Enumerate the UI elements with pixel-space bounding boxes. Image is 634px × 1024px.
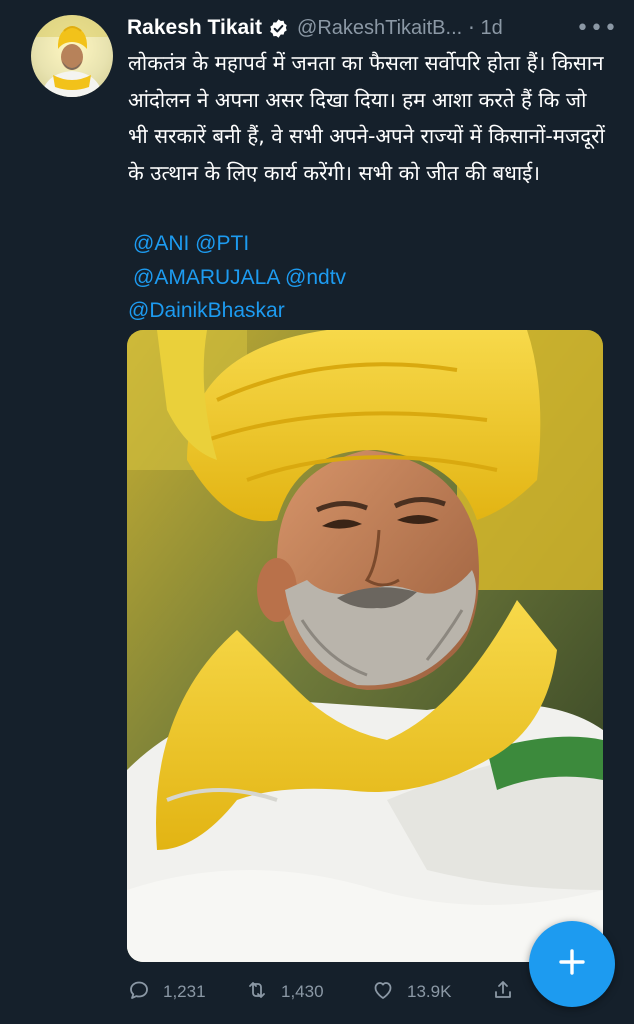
retweet-icon	[245, 978, 269, 1006]
share-icon	[491, 978, 515, 1006]
reply-count: 1,231	[163, 982, 206, 1001]
mention-ani[interactable]: @ANI	[133, 232, 189, 255]
author-avatar[interactable]	[31, 15, 113, 97]
like-count: 13.9K	[407, 982, 452, 1001]
tweet-detail-screen: Rakesh Tikait @RakeshTikaitB... · 1d •••…	[0, 0, 634, 1024]
tweet-header: Rakesh Tikait @RakeshTikaitB... · 1d •••	[127, 11, 617, 45]
compose-tweet-button[interactable]	[529, 921, 615, 1007]
separator-dot: ·	[468, 16, 475, 40]
tweet-timestamp[interactable]: 1d	[481, 17, 503, 40]
reply-icon	[127, 978, 151, 1006]
tweet-actions-bar: 1,231 1,430 13.9K	[127, 972, 527, 1012]
mention-dainikbhaskar[interactable]: @DainikBhaskar	[128, 299, 285, 322]
share-button[interactable]	[491, 972, 515, 1012]
verified-badge-icon	[268, 18, 289, 39]
author-handle[interactable]: @RakeshTikaitB...	[297, 17, 462, 40]
retweet-count: 1,430	[281, 982, 324, 1001]
mention-pti[interactable]: @PTI	[195, 232, 249, 255]
heart-icon	[371, 978, 395, 1006]
reply-button[interactable]: 1,231	[127, 972, 206, 1012]
like-button[interactable]: 13.9K	[371, 972, 451, 1012]
mention-ndtv[interactable]: @ndtv	[285, 266, 346, 289]
retweet-button[interactable]: 1,430	[245, 972, 324, 1012]
mention-amarujala[interactable]: @AMARUJALA	[133, 266, 279, 289]
tweet-media-image[interactable]	[127, 330, 603, 962]
tweet-mentions: @ANI @PTI @AMARUJALA @ndtv @DainikBhaska…	[128, 227, 346, 328]
author-name[interactable]: Rakesh Tikait	[127, 16, 262, 40]
plus-icon	[555, 945, 589, 983]
more-options-icon[interactable]: •••	[576, 11, 617, 45]
tweet-text: लोकतंत्र के महापर्व में जनता का फैसला सर…	[128, 51, 605, 185]
